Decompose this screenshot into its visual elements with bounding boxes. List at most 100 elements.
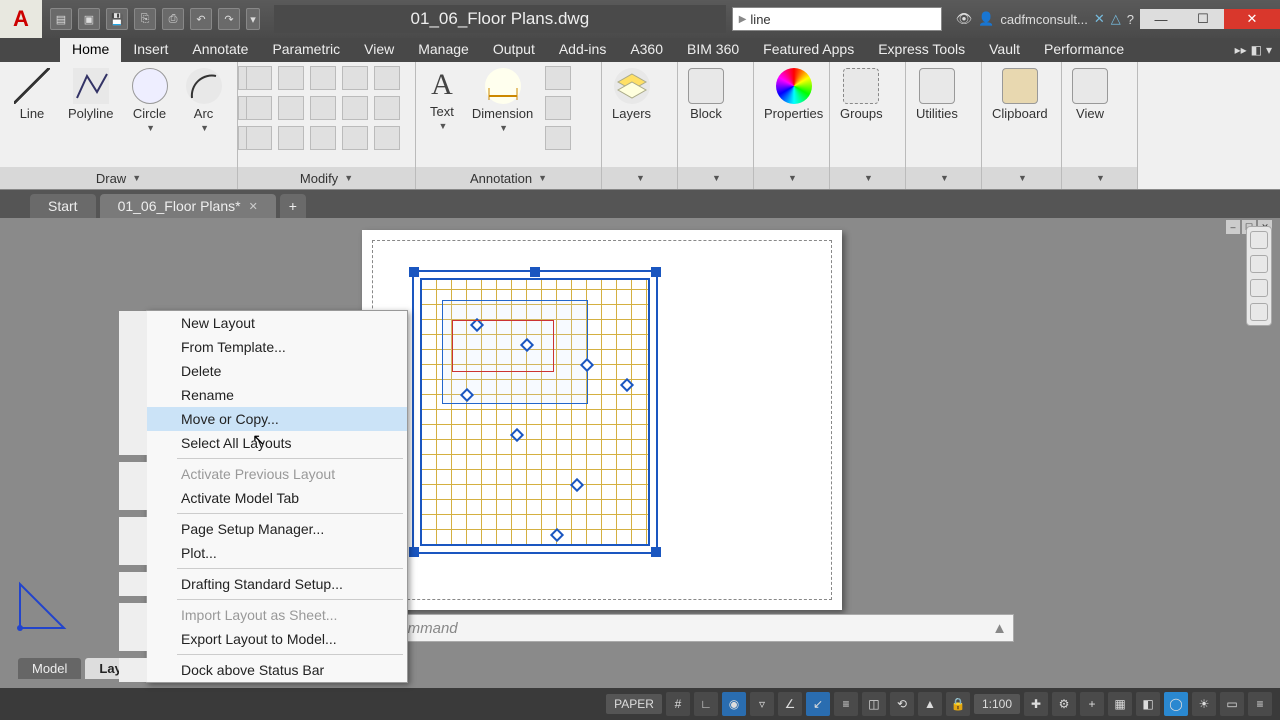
tab-manage[interactable]: Manage — [406, 38, 481, 62]
grip-icon[interactable] — [460, 388, 474, 402]
tab-output[interactable]: Output — [481, 38, 547, 62]
grip-icon[interactable] — [570, 478, 584, 492]
grip-icon[interactable] — [550, 528, 564, 542]
ctx-activate-model[interactable]: Activate Model Tab — [119, 486, 407, 510]
orbit-icon[interactable] — [1250, 303, 1268, 321]
dimension-button[interactable]: Dimension▼ — [466, 66, 539, 135]
array-button[interactable] — [342, 96, 368, 120]
search-input[interactable]: ▶ line — [732, 7, 942, 31]
grip-icon[interactable] — [620, 378, 634, 392]
ucs-icon[interactable] — [14, 578, 70, 634]
tab-featured[interactable]: Featured Apps — [751, 38, 866, 62]
tab-annotate[interactable]: Annotate — [180, 38, 260, 62]
properties-button[interactable]: Properties — [758, 66, 829, 123]
file-tab-start[interactable]: Start — [30, 194, 96, 218]
pan-icon[interactable] — [1250, 255, 1268, 273]
vp-minimize-icon[interactable]: – — [1226, 220, 1240, 234]
panel-utilities-expand[interactable]: ▼ — [906, 167, 981, 189]
move-button[interactable] — [246, 66, 272, 90]
explode-button[interactable] — [374, 66, 400, 90]
grid-toggle[interactable]: # — [666, 692, 690, 716]
grip-mid[interactable] — [530, 267, 540, 277]
groups-button[interactable]: Groups — [834, 66, 889, 123]
trim-button[interactable] — [310, 66, 336, 90]
annomonitor-button[interactable]: + — [1080, 692, 1104, 716]
paper-space-sheet[interactable] — [362, 230, 842, 610]
file-tab-current[interactable]: 01_06_Floor Plans*✕ — [100, 194, 276, 218]
circle-button[interactable]: Circle▼ — [126, 66, 174, 135]
quickprops-button[interactable]: ◧ — [1136, 692, 1160, 716]
copy-button[interactable] — [246, 96, 272, 120]
snap-toggle[interactable]: ∟ — [694, 692, 718, 716]
tab-view[interactable]: View — [352, 38, 406, 62]
line-button[interactable]: Line — [8, 66, 56, 123]
align-button[interactable] — [342, 126, 368, 150]
new-file-tab-button[interactable]: + — [280, 194, 306, 218]
signin-icon[interactable]: 👤 — [978, 11, 994, 27]
app-menu-button[interactable]: A — [0, 0, 42, 38]
command-history-icon[interactable]: ▲ — [992, 620, 1007, 637]
hardware-accel-button[interactable]: ◯ — [1164, 692, 1188, 716]
scale-indicator[interactable]: 1:100 — [974, 694, 1020, 714]
ctx-from-template[interactable]: From Template... — [119, 335, 407, 359]
ctx-move-or-copy[interactable]: Move or Copy... — [119, 407, 407, 431]
stretch-button[interactable] — [246, 126, 272, 150]
panel-groups-expand[interactable]: ▼ — [830, 167, 905, 189]
grip-corner[interactable] — [409, 547, 419, 557]
panel-properties-expand[interactable]: ▼ — [754, 167, 829, 189]
model-tab[interactable]: Model — [18, 658, 81, 679]
transparency-toggle[interactable]: ◫ — [862, 692, 886, 716]
view-button[interactable]: View — [1066, 66, 1114, 123]
infocenter-icon[interactable]: 👁 — [956, 11, 973, 27]
panel-layers-expand[interactable]: ▼ — [602, 167, 677, 189]
saveas-icon[interactable]: ⎘ — [134, 8, 156, 30]
tab-parametric[interactable]: Parametric — [260, 38, 352, 62]
block-button[interactable]: Block — [682, 66, 730, 123]
exchange-icon[interactable]: ✕ — [1094, 11, 1105, 27]
undo-icon[interactable]: ↶ — [190, 8, 212, 30]
panel-draw-title[interactable]: Draw▼ — [0, 167, 237, 189]
mirror-button[interactable] — [278, 96, 304, 120]
grip-corner[interactable] — [651, 547, 661, 557]
minimize-button[interactable]: — — [1140, 9, 1182, 29]
cycling-toggle[interactable]: ⟲ — [890, 692, 914, 716]
navigation-bar[interactable] — [1246, 226, 1272, 326]
units-button[interactable]: ▦ — [1108, 692, 1132, 716]
isolate-button[interactable]: ☀ — [1192, 692, 1216, 716]
save-icon[interactable]: 💾 — [106, 8, 128, 30]
a360-icon[interactable]: △ — [1111, 11, 1121, 27]
text-button[interactable]: AText▼ — [424, 66, 460, 133]
help-icon[interactable]: ? — [1127, 12, 1134, 27]
close-button[interactable]: ✕ — [1224, 9, 1280, 29]
annoscale-button[interactable]: ✚ — [1024, 692, 1048, 716]
panel-modify-title[interactable]: Modify▼ — [238, 167, 415, 189]
grip-icon[interactable] — [520, 338, 534, 352]
polar-toggle[interactable]: ◉ — [722, 692, 746, 716]
tab-addins[interactable]: Add-ins — [547, 38, 618, 62]
qat-more-icon[interactable]: ▾ — [246, 8, 260, 30]
workspace-button[interactable]: ⚙ — [1052, 692, 1076, 716]
grip-corner[interactable] — [409, 267, 419, 277]
arrayrect-button[interactable] — [310, 126, 336, 150]
tab-performance[interactable]: Performance — [1032, 38, 1136, 62]
space-indicator[interactable]: PAPER — [606, 694, 662, 714]
tab-vault[interactable]: Vault — [977, 38, 1032, 62]
close-tab-icon[interactable]: ✕ — [249, 200, 258, 213]
ctx-page-setup[interactable]: Page Setup Manager... — [119, 517, 407, 541]
navwheel-icon[interactable] — [1250, 231, 1268, 249]
grip-icon[interactable] — [510, 428, 524, 442]
utilities-button[interactable]: Utilities — [910, 66, 964, 123]
otrack-toggle[interactable]: ↙ — [806, 692, 830, 716]
plot-icon[interactable]: ⎙ — [162, 8, 184, 30]
arc-button[interactable]: Arc▼ — [180, 66, 228, 135]
layout-viewport[interactable] — [412, 270, 658, 554]
customize-button[interactable]: ≡ — [1248, 692, 1272, 716]
grip-icon[interactable] — [470, 318, 484, 332]
rotate-button[interactable] — [278, 66, 304, 90]
zoom-icon[interactable] — [1250, 279, 1268, 297]
panel-annotation-title[interactable]: Annotation▼ — [416, 167, 601, 189]
ctx-drafting-standard[interactable]: Drafting Standard Setup... — [119, 572, 407, 596]
panel-block-expand[interactable]: ▼ — [678, 167, 753, 189]
tab-bim360[interactable]: BIM 360 — [675, 38, 751, 62]
redo-icon[interactable]: ↷ — [218, 8, 240, 30]
